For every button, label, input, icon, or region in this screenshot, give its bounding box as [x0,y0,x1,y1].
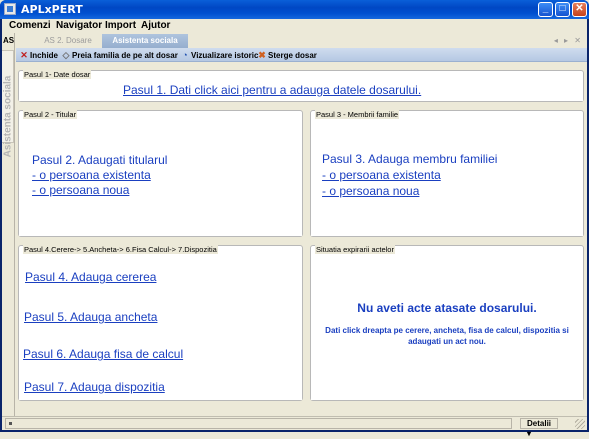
link-membru-existent[interactable]: - o persoana existenta [322,168,441,182]
app-window: APLxPERT _ □ ✕ Comenzi Navigator Import … [0,0,589,438]
app-icon [4,3,16,15]
membrii-heading: Pasul 3. Adauga membru familiei [322,152,498,166]
sidebar: AS Asistenta sociala [2,33,15,418]
panel-title: Pasul 1- Date dosar [23,70,92,79]
resize-grip-icon[interactable] [575,419,585,429]
history-icon: ◔ [182,50,188,60]
inchide-label: Inchide [30,50,59,60]
inchide-button[interactable]: ✕ Inchide [20,49,58,61]
preia-familia-button[interactable]: ◇ Preia familia de pe alt dosar [62,49,178,61]
close-x-icon: ✕ [20,49,28,60]
menu-navigator[interactable]: Navigator [56,20,102,31]
panel-membrii-familie: Pasul 3 - Membrii familie Pasul 3. Adaug… [310,110,584,237]
title-bar[interactable]: APLxPERT _ □ ✕ [0,0,589,19]
sterge-dosar-label: Sterge dosar [268,50,317,60]
status-text-field [5,418,512,429]
vizualizare-istoric-label: Vizualizare istoric [191,50,259,60]
preia-familia-label: Preia familia de pe alt dosar [72,50,178,60]
client-area: Comenzi Navigator Import Ajutor AS Asist… [2,19,587,438]
menu-comenzi[interactable]: Comenzi [9,20,51,31]
minimize-button[interactable]: _ [538,2,553,17]
detalii-dropdown[interactable]: Detalii ▾ [520,418,558,438]
status-indicator-icon [9,422,12,425]
menu-bar: Comenzi Navigator Import Ajutor [2,19,587,33]
panel-cerere-dispozitie: Pasul 4.Cerere-> 5.Ancheta-> 6.Fisa Calc… [18,245,303,401]
panel-situatia-acte: Situatia expirarii actelor Nu aveti acte… [310,245,584,401]
panel-title: Pasul 2 - Titular [23,110,78,119]
no-documents-message: Nu aveti acte atasate dosarului. [357,301,537,315]
link-membru-nou[interactable]: - o persoana noua [322,184,419,198]
main-content: Pasul 1- Date dosar Pasul 1. Dati click … [16,62,587,418]
toolbar: ✕ Inchide ◇ Preia familia de pe alt dosa… [16,48,587,62]
panel-titular: Pasul 2 - Titular Pasul 2. Adaugati titu… [18,110,303,237]
tab-strip: AS 2. Dosare Asistenta sociala ◂ ▸ ✕ [16,34,587,48]
sidebar-vertical-label: Asistenta sociala [2,75,14,158]
titular-heading: Pasul 2. Adaugati titularul [32,153,168,167]
panel-date-dosar: Pasul 1- Date dosar Pasul 1. Dati click … [18,70,584,102]
tab-scroll-arrows[interactable]: ◂ ▸ ✕ [554,36,583,45]
status-bar: Detalii ▾ [2,416,587,438]
link-adauga-fisa-calcul[interactable]: Pasul 6. Adauga fisa de calcul [23,347,183,361]
close-button[interactable]: ✕ [572,2,587,17]
maximize-button[interactable]: □ [555,2,570,17]
sidebar-tab-asistenta[interactable]: Asistenta sociala [2,50,14,157]
window-title: APLxPERT [21,3,83,16]
panel-title: Pasul 3 - Membrii familie [315,110,400,119]
link-adauga-dispozitia[interactable]: Pasul 7. Adauga dispozitia [24,380,165,394]
vizualizare-istoric-button[interactable]: ◔ Vizualizare istoric [181,49,258,61]
link-date-dosar[interactable]: Pasul 1. Dati click aici pentru a adauga… [123,83,421,97]
panel-title: Pasul 4.Cerere-> 5.Ancheta-> 6.Fisa Calc… [23,245,218,254]
link-adauga-ancheta[interactable]: Pasul 5. Adauga ancheta [24,310,157,324]
no-documents-hint: Dati click dreapta pe cerere, ancheta, f… [325,326,569,346]
menu-import[interactable]: Import [105,20,136,31]
link-adauga-cererea[interactable]: Pasul 4. Adauga cererea [25,270,156,284]
delete-icon: ✖ [258,49,266,60]
link-titular-existent[interactable]: - o persoana existenta [32,168,151,182]
diamond-icon: ◇ [62,49,70,60]
link-titular-nou[interactable]: - o persoana noua [32,183,129,197]
tab-dosare[interactable]: AS 2. Dosare [34,34,102,48]
sterge-dosar-button[interactable]: ✖ Sterge dosar [258,49,317,61]
menu-ajutor[interactable]: Ajutor [141,20,170,31]
tab-asistenta-sociala[interactable]: Asistenta sociala [102,34,188,48]
sidebar-as-label[interactable]: AS [3,36,14,45]
panel-title: Situatia expirarii actelor [315,245,395,254]
